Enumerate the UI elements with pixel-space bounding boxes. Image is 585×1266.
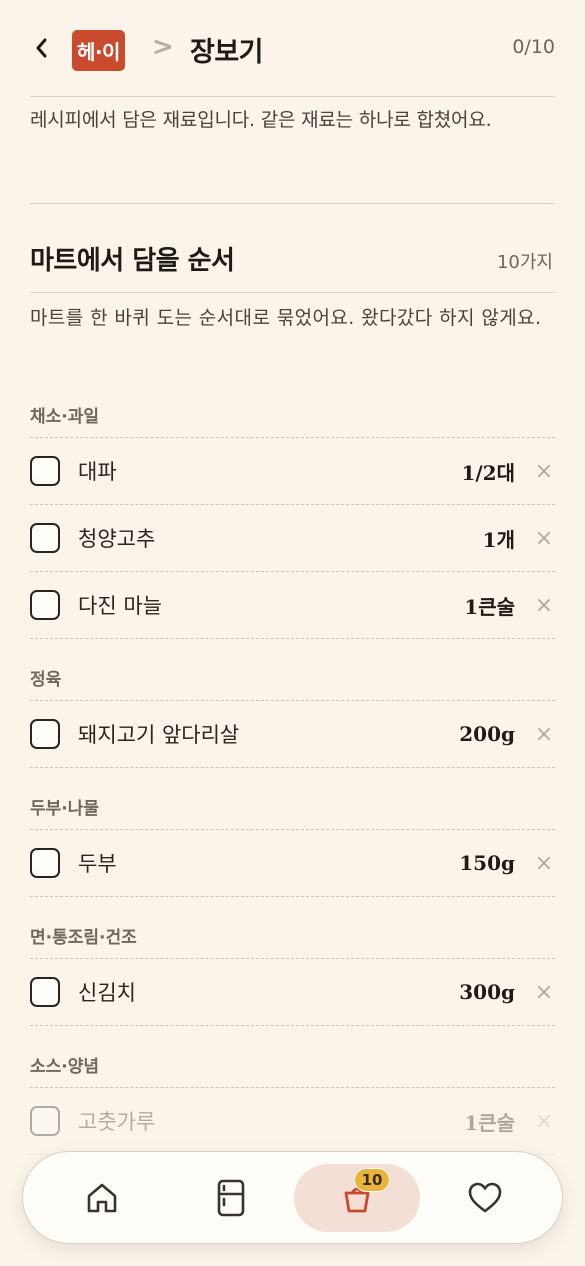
progress-counter: 0/10 <box>512 36 555 58</box>
list-item[interactable]: 돼지고기 앞다리살 200g × <box>30 701 555 768</box>
list-item[interactable]: 청양고추 1개 × <box>30 505 555 572</box>
chevron-left-icon <box>36 38 47 58</box>
section-description: 마트를 한 바퀴 도는 순서대로 묶었어요. 왔다갔다 하지 않게요. <box>30 307 542 329</box>
item-name: 청양고추 <box>78 527 156 551</box>
list-item[interactable]: 신김치 300g × <box>30 959 555 1026</box>
item-quantity: 1큰술 <box>464 594 515 619</box>
category-header: 두부·나물 <box>30 784 555 830</box>
remove-icon[interactable]: × <box>533 1109 555 1134</box>
item-checkbox[interactable] <box>30 977 60 1007</box>
item-name: 돼지고기 앞다리살 <box>78 723 240 747</box>
remove-icon[interactable]: × <box>533 722 555 747</box>
remove-icon[interactable]: × <box>533 980 555 1005</box>
item-quantity: 1개 <box>482 527 515 552</box>
home-icon <box>87 1183 117 1213</box>
divider <box>30 292 555 293</box>
nav-home-button[interactable] <box>39 1164 165 1232</box>
item-quantity: 300g <box>459 980 515 1004</box>
section-title: 마트에서 담을 순서 <box>30 246 235 276</box>
item-checkbox[interactable] <box>30 719 60 749</box>
list-item[interactable]: 다진 마늘 1큰술 × <box>30 572 555 639</box>
remove-icon[interactable]: × <box>533 593 555 618</box>
category-header: 정육 <box>30 655 555 701</box>
item-name: 신김치 <box>78 981 136 1005</box>
item-checkbox[interactable] <box>30 1106 60 1136</box>
nav-fridge-button[interactable] <box>168 1164 294 1232</box>
app-header: 헤·이 > 장보기 0/10 <box>0 0 585 96</box>
item-name: 대파 <box>78 460 117 484</box>
breadcrumb-separator: > <box>152 32 174 62</box>
back-button[interactable] <box>26 30 56 66</box>
item-quantity: 150g <box>459 851 515 875</box>
heart-icon <box>468 1182 502 1213</box>
item-checkbox[interactable] <box>30 456 60 486</box>
item-checkbox[interactable] <box>30 848 60 878</box>
divider <box>30 203 555 204</box>
cart-count-badge: 10 <box>354 1168 390 1192</box>
nav-favorites-button[interactable] <box>422 1164 548 1232</box>
item-quantity: 1큰술 <box>464 1110 515 1135</box>
item-quantity: 200g <box>459 722 515 746</box>
category-header: 채소·과일 <box>30 392 555 438</box>
shopping-list: 채소·과일대파 1/2대 × 청양고추 1개 × 다진 마늘 1큰술 × 정육돼지고기 앞다리살 2… <box>30 392 555 1222</box>
page-title: 장보기 <box>190 37 264 68</box>
item-name: 다진 마늘 <box>78 594 162 618</box>
divider <box>30 96 555 97</box>
item-checkbox[interactable] <box>30 590 60 620</box>
item-quantity: 1/2대 <box>461 460 515 485</box>
item-name: 두부 <box>78 852 117 876</box>
brand-logo[interactable]: 헤·이 <box>72 30 125 71</box>
list-item[interactable]: 두부 150g × <box>30 830 555 897</box>
nav-basket-button[interactable]: 10 <box>294 1164 420 1232</box>
category-header: 면·통조림·건조 <box>30 913 555 959</box>
remove-icon[interactable]: × <box>533 851 555 876</box>
category-header: 소스·양념 <box>30 1042 555 1088</box>
list-item[interactable]: 고춧가루 1큰술 × <box>30 1088 555 1155</box>
item-checkbox[interactable] <box>30 523 60 553</box>
list-item[interactable]: 대파 1/2대 × <box>30 438 555 505</box>
bottom-nav: 10 <box>22 1151 563 1244</box>
item-count: 10가지 <box>496 252 553 273</box>
fridge-icon <box>217 1179 245 1217</box>
remove-icon[interactable]: × <box>533 459 555 484</box>
item-name: 고춧가루 <box>78 1110 156 1134</box>
remove-icon[interactable]: × <box>533 526 555 551</box>
intro-text: 레시피에서 담은 재료입니다. 같은 재료는 하나로 합쳤어요. <box>30 109 492 131</box>
